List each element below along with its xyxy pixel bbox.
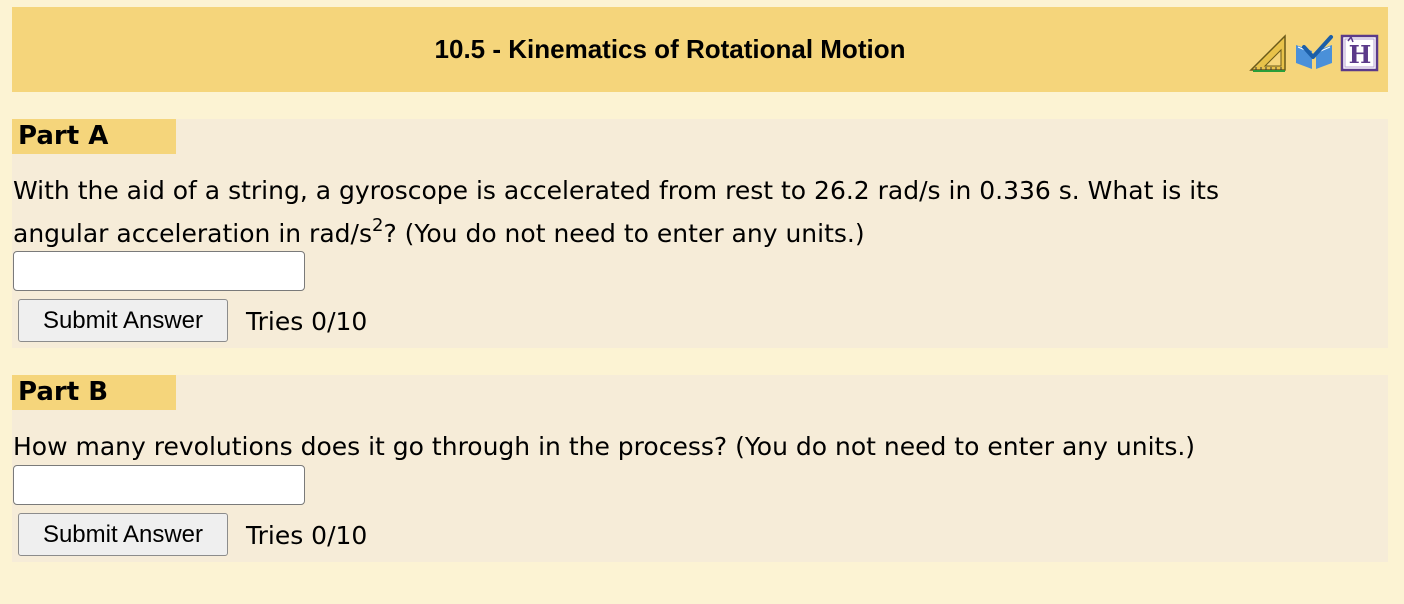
book-check-icon[interactable] [1294, 33, 1334, 73]
page-title: 10.5 - Kinematics of Rotational Motion [434, 34, 906, 64]
part-a-question-line2-post: ? (You do not need to enter any units.) [383, 219, 865, 248]
part-a-label: Part A [12, 119, 176, 154]
part-a-section: Part A With the aid of a string, a gyros… [12, 119, 1388, 348]
part-a-question-line2-pre: angular acceleration in rad/s [13, 219, 372, 248]
part-b-question: How many revolutions does it go through … [13, 432, 1196, 461]
help-h-icon[interactable]: H [1340, 33, 1380, 73]
header-icon-group: H [1248, 33, 1380, 73]
part-b-answer-input[interactable] [13, 465, 305, 505]
page-header: 10.5 - Kinematics of Rotational Motion H [12, 7, 1388, 92]
part-b-section: Part B How many revolutions does it go t… [12, 375, 1388, 562]
part-b-submit-button[interactable]: Submit Answer [18, 513, 228, 556]
part-a-question: With the aid of a string, a gyroscope is… [13, 169, 1378, 255]
part-b-tries-counter: Tries 0/10 [246, 521, 368, 550]
part-a-submit-button[interactable]: Submit Answer [18, 299, 228, 342]
part-a-question-line1: With the aid of a string, a gyroscope is… [13, 176, 1220, 205]
part-a-tries-counter: Tries 0/10 [246, 307, 368, 336]
svg-text:H: H [1349, 40, 1372, 69]
part-a-answer-input[interactable] [13, 251, 305, 291]
ruler-triangle-icon[interactable] [1248, 33, 1288, 73]
part-a-question-superscript: 2 [371, 214, 384, 236]
part-b-label: Part B [12, 375, 176, 410]
